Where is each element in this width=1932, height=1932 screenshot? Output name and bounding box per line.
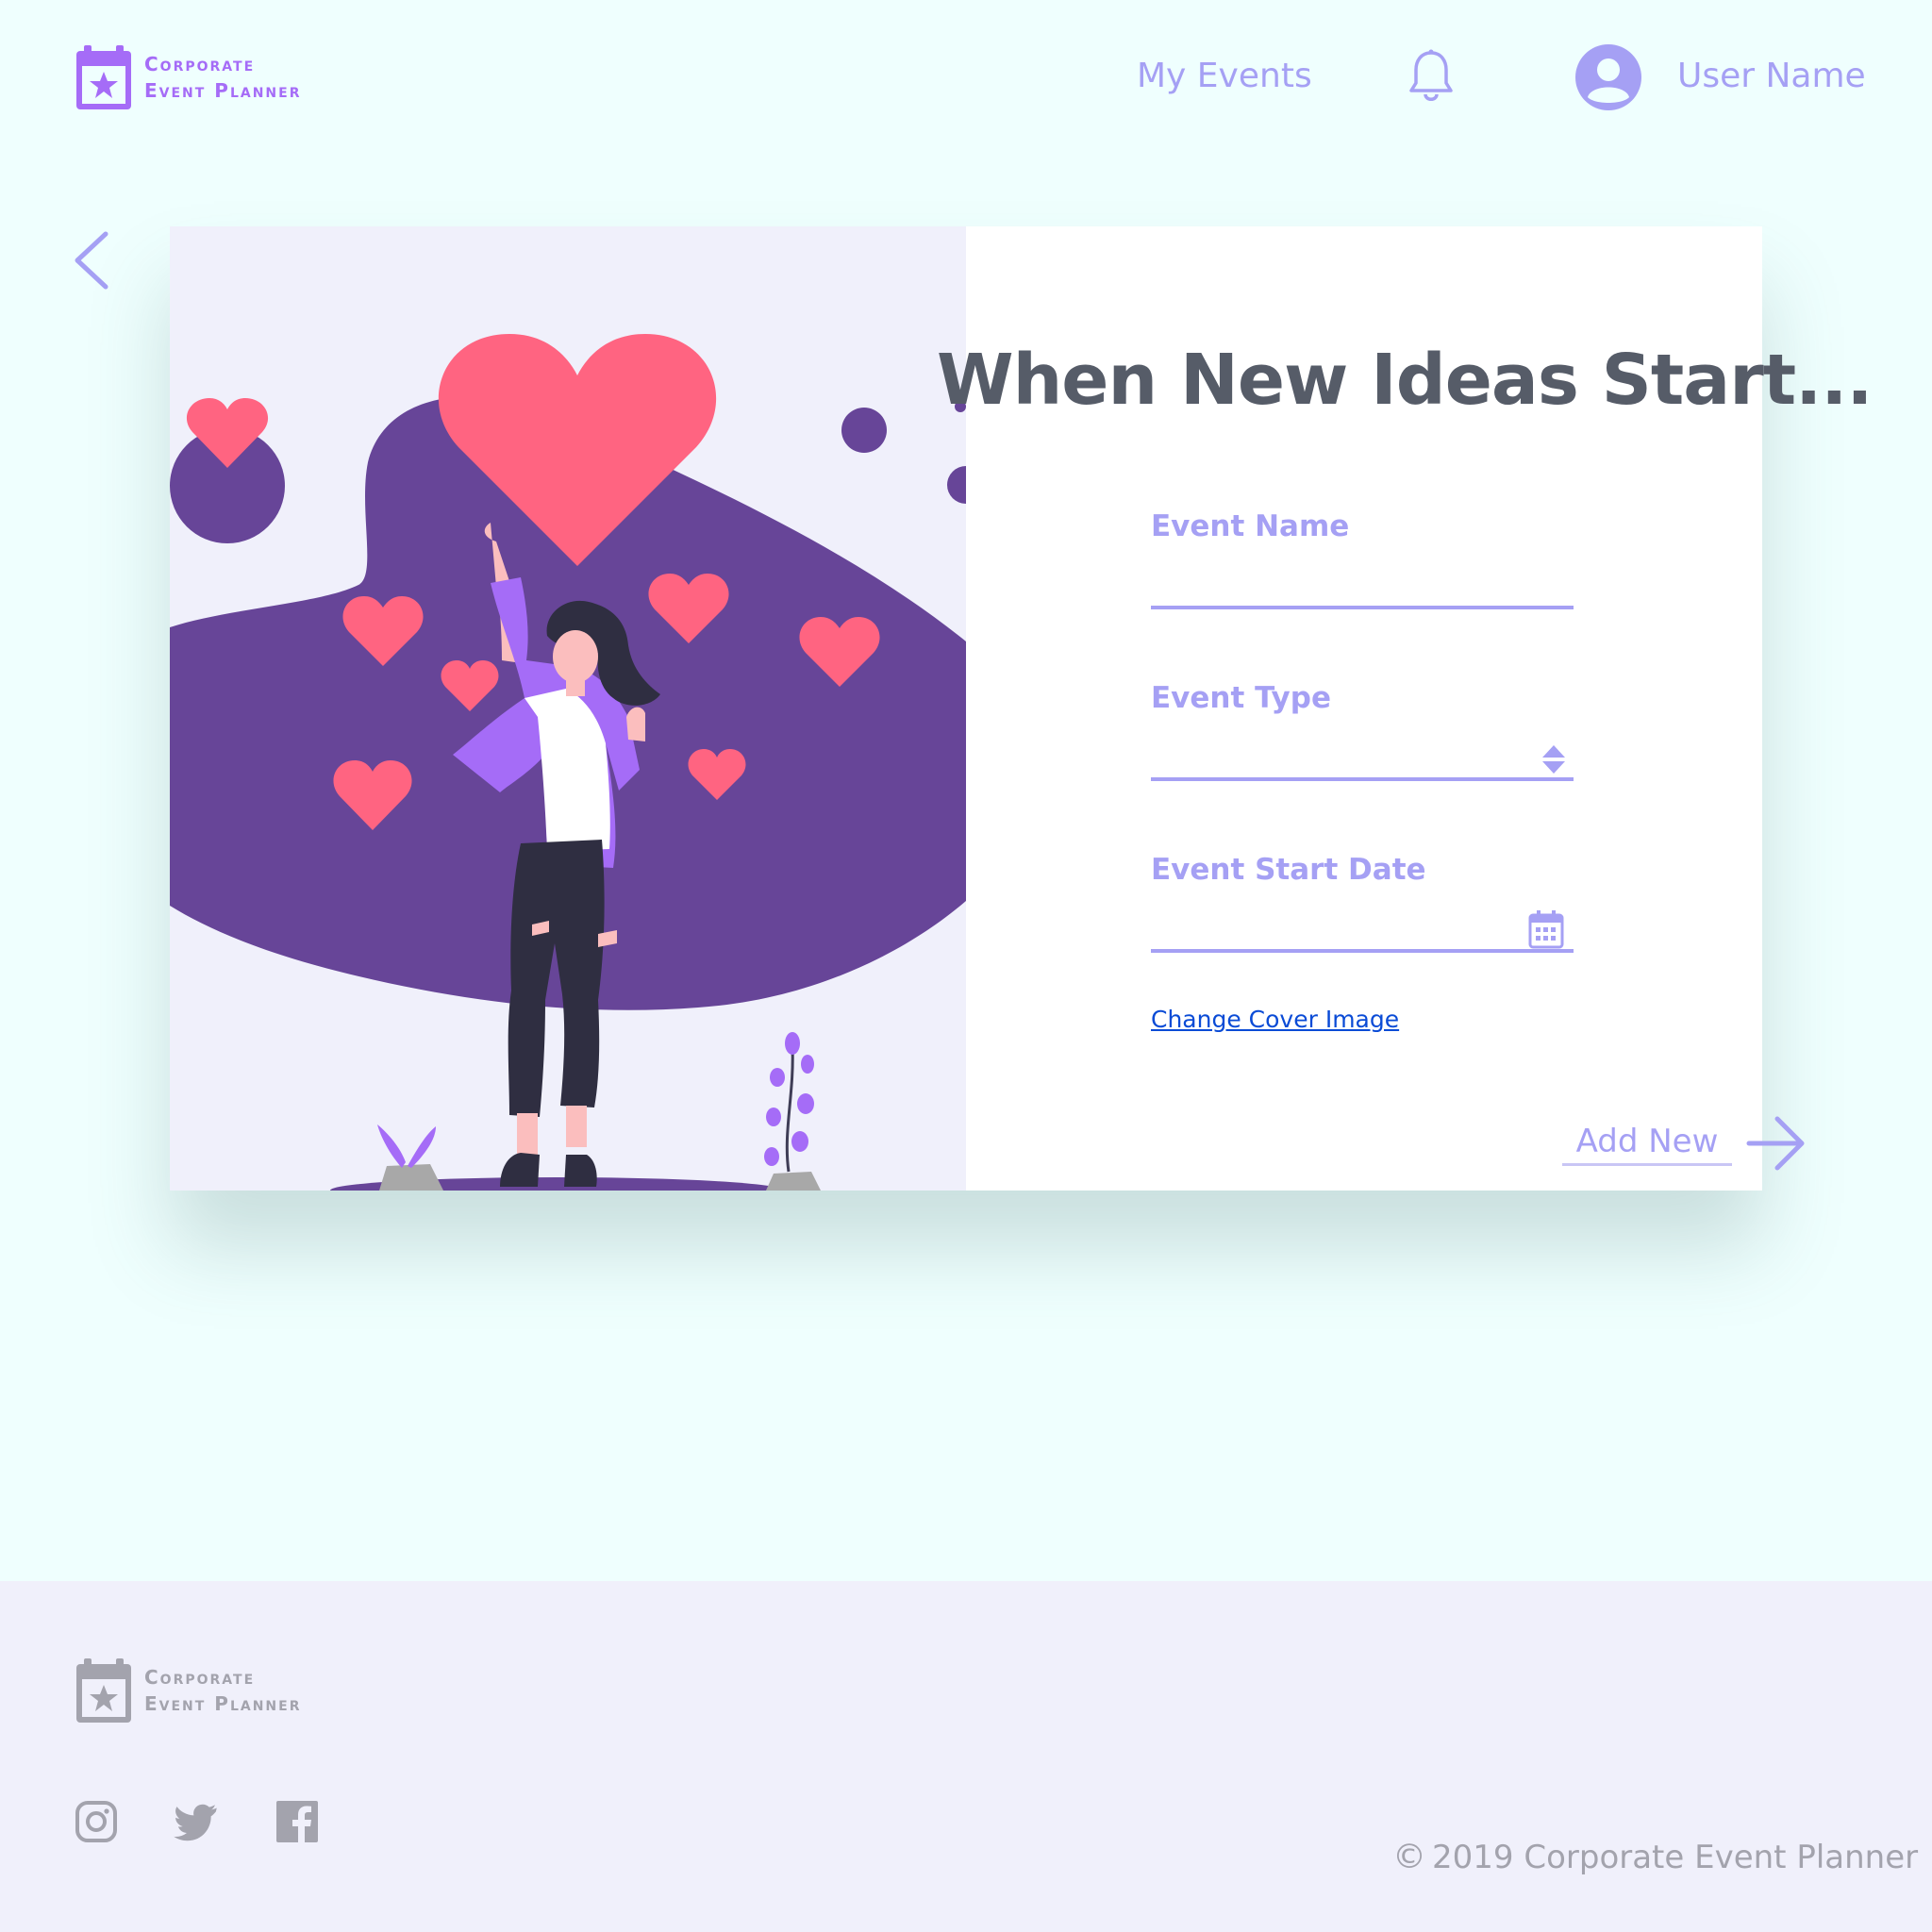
- top-header: Corporate Event Planner My Events User N…: [0, 0, 1932, 160]
- footer-brand-line-1: Corporate: [144, 1666, 256, 1689]
- facebook-icon[interactable]: [275, 1800, 319, 1843]
- bell-icon[interactable]: [1407, 49, 1455, 104]
- event-start-date-label: Event Start Date: [1151, 853, 1426, 887]
- instagram-icon[interactable]: [75, 1800, 118, 1843]
- event-name-field: Event Name: [1151, 509, 1574, 681]
- event-name-label: Event Name: [1151, 509, 1350, 543]
- change-cover-image-link[interactable]: Change Cover Image: [1151, 1006, 1399, 1033]
- event-type-field: Event Type: [1151, 681, 1574, 853]
- event-type-label: Event Type: [1151, 681, 1331, 715]
- calendar-star-icon: [76, 1658, 131, 1723]
- user-avatar-icon[interactable]: [1575, 44, 1641, 110]
- cover-illustration: [170, 334, 966, 1191]
- user-name[interactable]: User Name: [1677, 57, 1866, 95]
- copyright-text: 2019 Corporate Event Planner: [1432, 1838, 1919, 1876]
- page-footer: Corporate Event Planner © 2019 Corporate…: [0, 1581, 1932, 1932]
- cover-image: [170, 226, 966, 1191]
- footer-brand-name: Corporate Event Planner: [144, 1664, 301, 1717]
- footer-brand-logo[interactable]: Corporate Event Planner: [75, 1657, 301, 1724]
- event-type-select[interactable]: [1151, 732, 1574, 781]
- brand-logo[interactable]: Corporate Event Planner: [75, 43, 301, 111]
- arrow-right-icon[interactable]: [1745, 1113, 1806, 1174]
- event-form: Event Name Event Type Event Start Date: [1151, 509, 1574, 1024]
- brand-name: Corporate Event Planner: [144, 51, 301, 104]
- event-start-date-field: Event Start Date: [1151, 853, 1574, 1024]
- event-start-date-input[interactable]: [1151, 904, 1574, 953]
- event-name-input[interactable]: [1151, 560, 1574, 609]
- copyright-symbol: ©: [1392, 1838, 1426, 1876]
- chevron-left-icon[interactable]: [72, 230, 111, 291]
- brand-line-2: Event Planner: [144, 79, 302, 102]
- copyright-notice: © 2019 Corporate Event Planner: [1392, 1838, 1918, 1876]
- calendar-star-icon: [76, 45, 131, 109]
- nav-my-events[interactable]: My Events: [1137, 57, 1312, 95]
- brand-line-1: Corporate: [144, 53, 256, 75]
- calendar-icon[interactable]: [1528, 909, 1564, 949]
- up-down-stepper-icon[interactable]: [1541, 743, 1566, 775]
- twitter-icon[interactable]: [174, 1800, 217, 1843]
- footer-brand-line-2: Event Planner: [144, 1692, 302, 1715]
- page-title: When New Ideas Start...: [937, 340, 1873, 421]
- event-card: When New Ideas Start... Event Name Event…: [170, 226, 1873, 1191]
- add-new-button[interactable]: Add New: [1562, 1123, 1732, 1166]
